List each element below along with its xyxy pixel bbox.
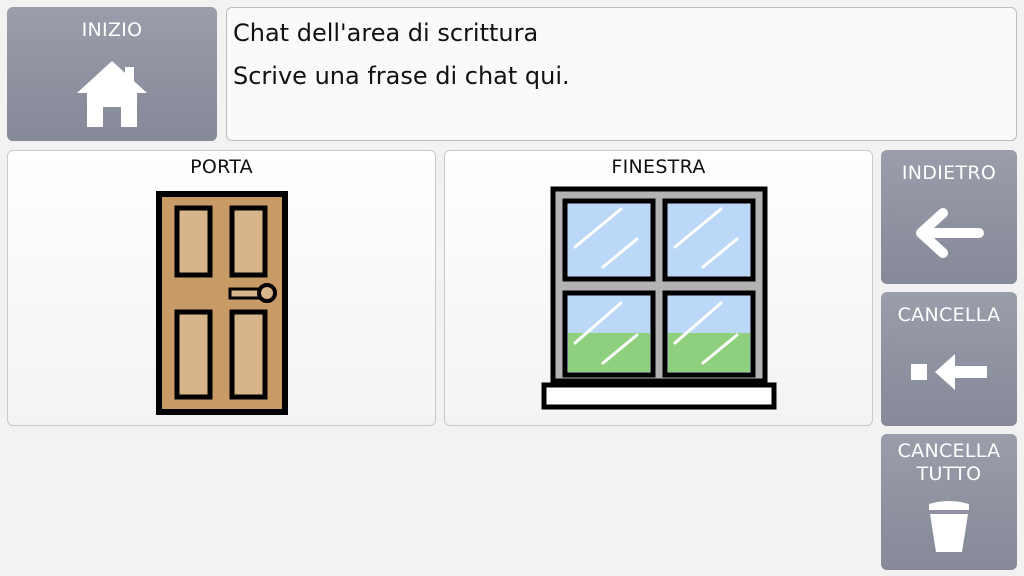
clear-all-button[interactable]: CANCELLA TUTTO — [881, 434, 1017, 570]
chat-writing-area[interactable]: Chat dell'area di scrittura Scrive una f… — [226, 7, 1017, 141]
chat-title: Chat dell'area di scrittura — [233, 19, 539, 47]
card-window[interactable]: FINESTRA — [444, 150, 873, 426]
window-icon — [445, 185, 872, 413]
chat-text: Scrive una frase di chat qui. — [233, 62, 570, 90]
card-window-label: FINESTRA — [611, 156, 706, 178]
home-label: INIZIO — [81, 19, 143, 41]
home-button[interactable]: INIZIO — [7, 7, 217, 141]
arrow-left-icon — [881, 208, 1017, 258]
back-label: INDIETRO — [901, 162, 997, 184]
delete-button[interactable]: CANCELLA — [881, 292, 1017, 426]
door-icon — [8, 191, 435, 415]
delete-label: CANCELLA — [897, 304, 1001, 326]
backspace-icon — [881, 352, 1017, 392]
card-door-label: PORTA — [190, 156, 253, 178]
trash-icon — [881, 500, 1017, 554]
card-door[interactable]: PORTA — [7, 150, 436, 426]
house-icon — [7, 57, 217, 131]
clear-all-label: CANCELLA TUTTO — [897, 440, 1001, 485]
back-button[interactable]: INDIETRO — [881, 150, 1017, 284]
